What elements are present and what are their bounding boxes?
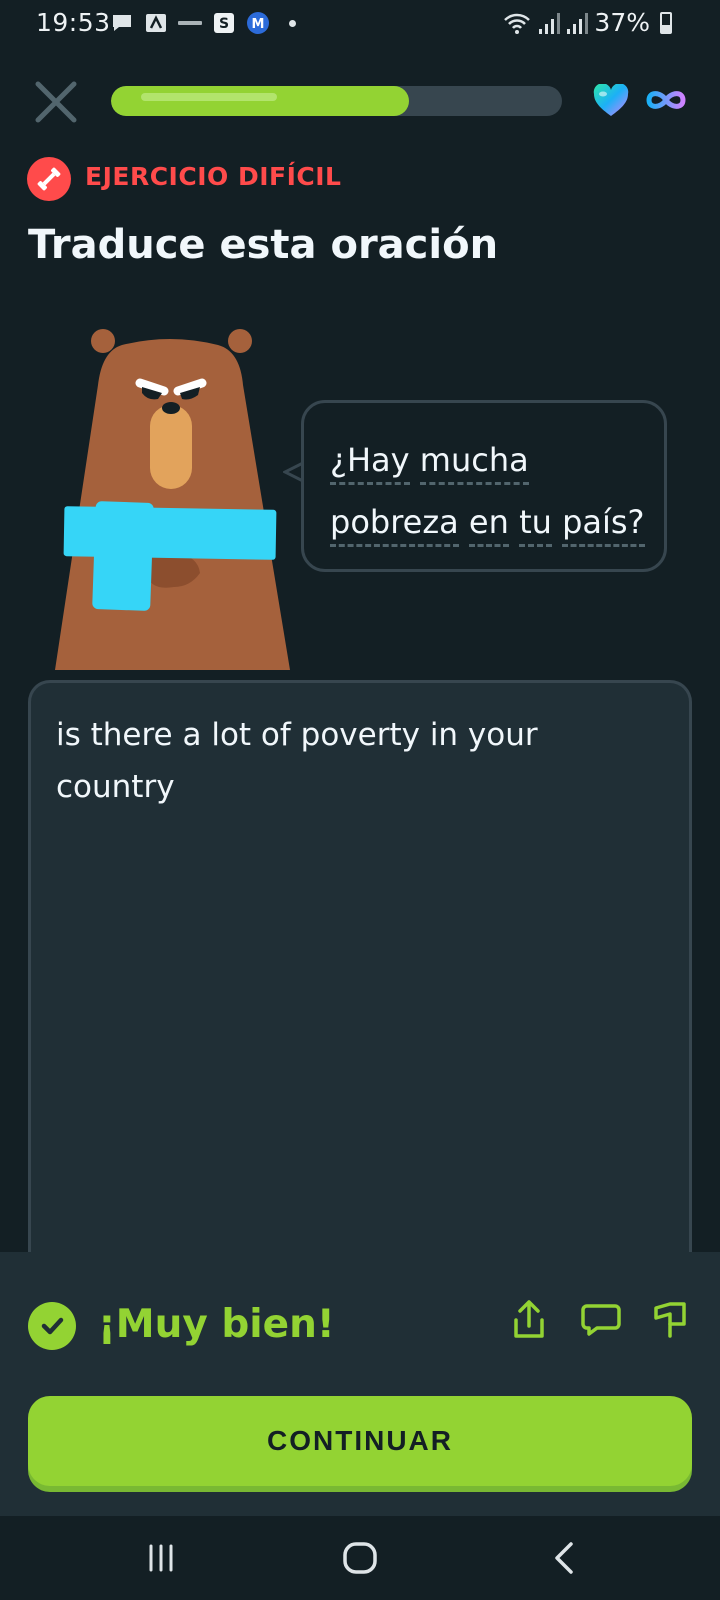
page-title: Traduce esta oración [28,222,499,268]
status-time: 19:53 [36,8,111,37]
dot-icon [280,12,304,34]
share-icon [514,1300,544,1338]
hard-exercise-icon [27,157,71,201]
comment-icon [581,1304,621,1336]
notification-icons: S M [110,10,304,36]
recent-apps-icon [149,1544,173,1572]
close-icon [35,81,77,123]
report-button[interactable] [650,1298,688,1342]
speech-bubble: ¿Hay mucha pobreza en tu país? [301,400,667,572]
answer-textarea[interactable]: is there a lot of poverty in your countr… [28,680,692,1280]
hint-word[interactable]: mucha [419,441,529,485]
app-a-icon [144,12,168,34]
hint-word[interactable]: ¿Hay [330,441,410,485]
share-button[interactable] [510,1298,548,1342]
svg-text:S: S [219,16,229,32]
battery-icon [660,11,672,34]
heart-icon[interactable] [592,83,630,118]
system-status: 37% [502,8,672,37]
hard-exercise-label: EJERCICIO DIFÍCIL [85,162,342,191]
hint-word[interactable]: pobreza [330,503,459,547]
lesson-progress-bar [111,86,562,116]
message-icon [110,12,134,34]
recent-apps-button[interactable] [141,1538,181,1578]
comment-button[interactable] [579,1298,623,1342]
back-icon [555,1542,573,1574]
signal-icon-2 [567,12,589,34]
check-icon [28,1302,76,1350]
progress-shine [141,93,278,101]
continue-button[interactable]: CONTINUAR [28,1396,692,1486]
wifi-icon [504,13,531,34]
feedback-title: ¡Muy bien! [98,1302,335,1347]
m-app-icon: M [246,12,270,34]
back-button[interactable] [545,1538,585,1578]
answer-text: is there a lot of poverty in your countr… [56,717,538,805]
home-icon [343,1542,377,1574]
flag-icon [654,1302,686,1338]
hint-word[interactable]: tu [519,503,552,547]
lesson-screen: 19:53 S M 37% EJERCICIO DIFÍCIL Traduce … [0,0,720,1600]
svg-text:M: M [252,17,265,32]
home-button[interactable] [340,1538,380,1578]
battery-percent: 37% [594,8,650,37]
bear-character [50,325,310,685]
infinity-icon [645,86,687,114]
status-bar: 19:53 S M 37% [0,0,720,48]
close-button[interactable] [32,78,80,126]
progress-fill [111,86,409,116]
bubble-line-1: ¿Hay mucha [330,429,638,491]
bubble-line-2: pobreza en tu país? [330,491,645,553]
s-app-icon: S [212,12,236,34]
system-nav-bar [0,1516,720,1600]
continue-label: CONTINUAR [267,1425,453,1456]
app-small-icon [178,12,202,34]
hint-word[interactable]: en [468,503,509,547]
signal-icon [539,12,561,34]
hint-word[interactable]: país? [562,503,645,547]
